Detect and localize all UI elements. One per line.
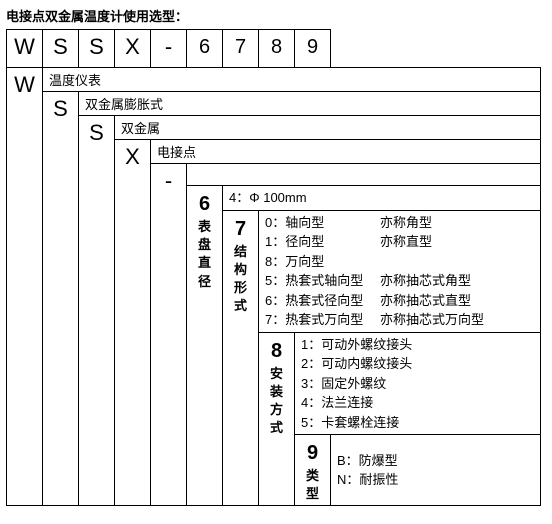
code-pos-8: 8 [259, 30, 295, 68]
level-desc-w: 温度仪表 [43, 68, 541, 92]
digit8-code-label: 8 安 装 方 式 [259, 332, 295, 506]
level-code-s2: S [79, 116, 115, 506]
level-row-s1: S 双金属膨胀式 [7, 92, 541, 116]
digit9-code-label: 9 类 型 [295, 435, 331, 506]
digit8-label-3: 式 [263, 419, 290, 437]
digit9-desc: B：防爆型 N：耐振性 [331, 435, 541, 506]
digit6-opt: 4：Φ 100mm [229, 188, 536, 208]
digit8-opt: 3：固定外螺纹 [301, 374, 536, 394]
level-code-x: X [115, 140, 151, 506]
digit7-code: 7 [227, 215, 254, 243]
code-pos-4: X [115, 30, 151, 68]
digit8-opt: 5：卡套螺栓连接 [301, 413, 536, 433]
digit7-label-3: 式 [227, 297, 254, 315]
digit6-label-0: 表 [191, 218, 218, 236]
digit7-opt: 8：万向型 [265, 252, 536, 272]
digit9-opt: B：防爆型 [337, 451, 536, 471]
code-pos-6: 6 [187, 30, 223, 68]
code-row: W S S X - 6 7 8 9 [7, 30, 541, 68]
digit8-label-0: 安 [263, 365, 290, 383]
digit7-opt: 6：热套式径向型亦称抽芯式直型 [265, 291, 536, 311]
digit7-label-0: 结 [227, 243, 254, 261]
digit7-desc: 0：轴向型亦称角型 1：径向型亦称直型 8：万向型 5：热套式轴向型亦称抽芯式角… [259, 210, 541, 332]
digit7-label-1: 构 [227, 261, 254, 279]
digit6-label-2: 直 [191, 254, 218, 272]
digit7-opt: 7：热套式万向型亦称抽芯式万向型 [265, 310, 536, 330]
digit6-label-3: 径 [191, 273, 218, 291]
level-desc-dash [187, 164, 541, 186]
code-pos-3: S [79, 30, 115, 68]
digit7-opt: 1：径向型亦称直型 [265, 232, 536, 252]
level-desc-x: 电接点 [151, 140, 541, 164]
level-desc-s2: 双金属 [115, 116, 541, 140]
digit8-opt: 4：法兰连接 [301, 393, 536, 413]
digit9-opt: N：耐振性 [337, 470, 536, 490]
selection-table: W S S X - 6 7 8 9 W 温度仪表 S 双金属膨胀式 S 双金属 … [6, 29, 541, 506]
digit8-desc: 1：可动外螺纹接头 2：可动内螺纹接头 3：固定外螺纹 4：法兰连接 5：卡套螺… [295, 332, 541, 435]
digit8-opt: 2：可动内螺纹接头 [301, 354, 536, 374]
page-title: 电接点双金属温度计使用选型： [6, 6, 546, 25]
level-code-s1: S [43, 92, 79, 506]
digit7-opt: 0：轴向型亦称角型 [265, 213, 536, 233]
digit6-desc: 4：Φ 100mm [223, 186, 541, 211]
digit7-opt: 5：热套式轴向型亦称抽芯式角型 [265, 271, 536, 291]
level-code-w: W [7, 68, 43, 506]
digit6-code-label: 6 表 盘 直 径 [187, 186, 223, 506]
digit6-code: 6 [191, 190, 218, 218]
digit9-code: 9 [299, 439, 326, 467]
digit7-code-label: 7 结 构 形 式 [223, 210, 259, 506]
level-desc-s1: 双金属膨胀式 [79, 92, 541, 116]
code-pos-1: W [7, 30, 43, 68]
digit6-label-1: 盘 [191, 236, 218, 254]
digit8-code: 8 [263, 337, 290, 365]
level-code-dash: - [151, 164, 187, 506]
digit8-opt: 1：可动外螺纹接头 [301, 335, 536, 355]
digit8-label-1: 装 [263, 383, 290, 401]
digit9-label-0: 类 [299, 467, 326, 485]
level-row-w: W 温度仪表 [7, 68, 541, 92]
digit9-label-1: 型 [299, 485, 326, 503]
code-pos-7: 7 [223, 30, 259, 68]
code-pos-2: S [43, 30, 79, 68]
digit8-label-2: 方 [263, 401, 290, 419]
digit7-label-2: 形 [227, 279, 254, 297]
level-row-s2: S 双金属 [7, 116, 541, 140]
code-pos-9: 9 [295, 30, 331, 68]
code-pos-5: - [151, 30, 187, 68]
